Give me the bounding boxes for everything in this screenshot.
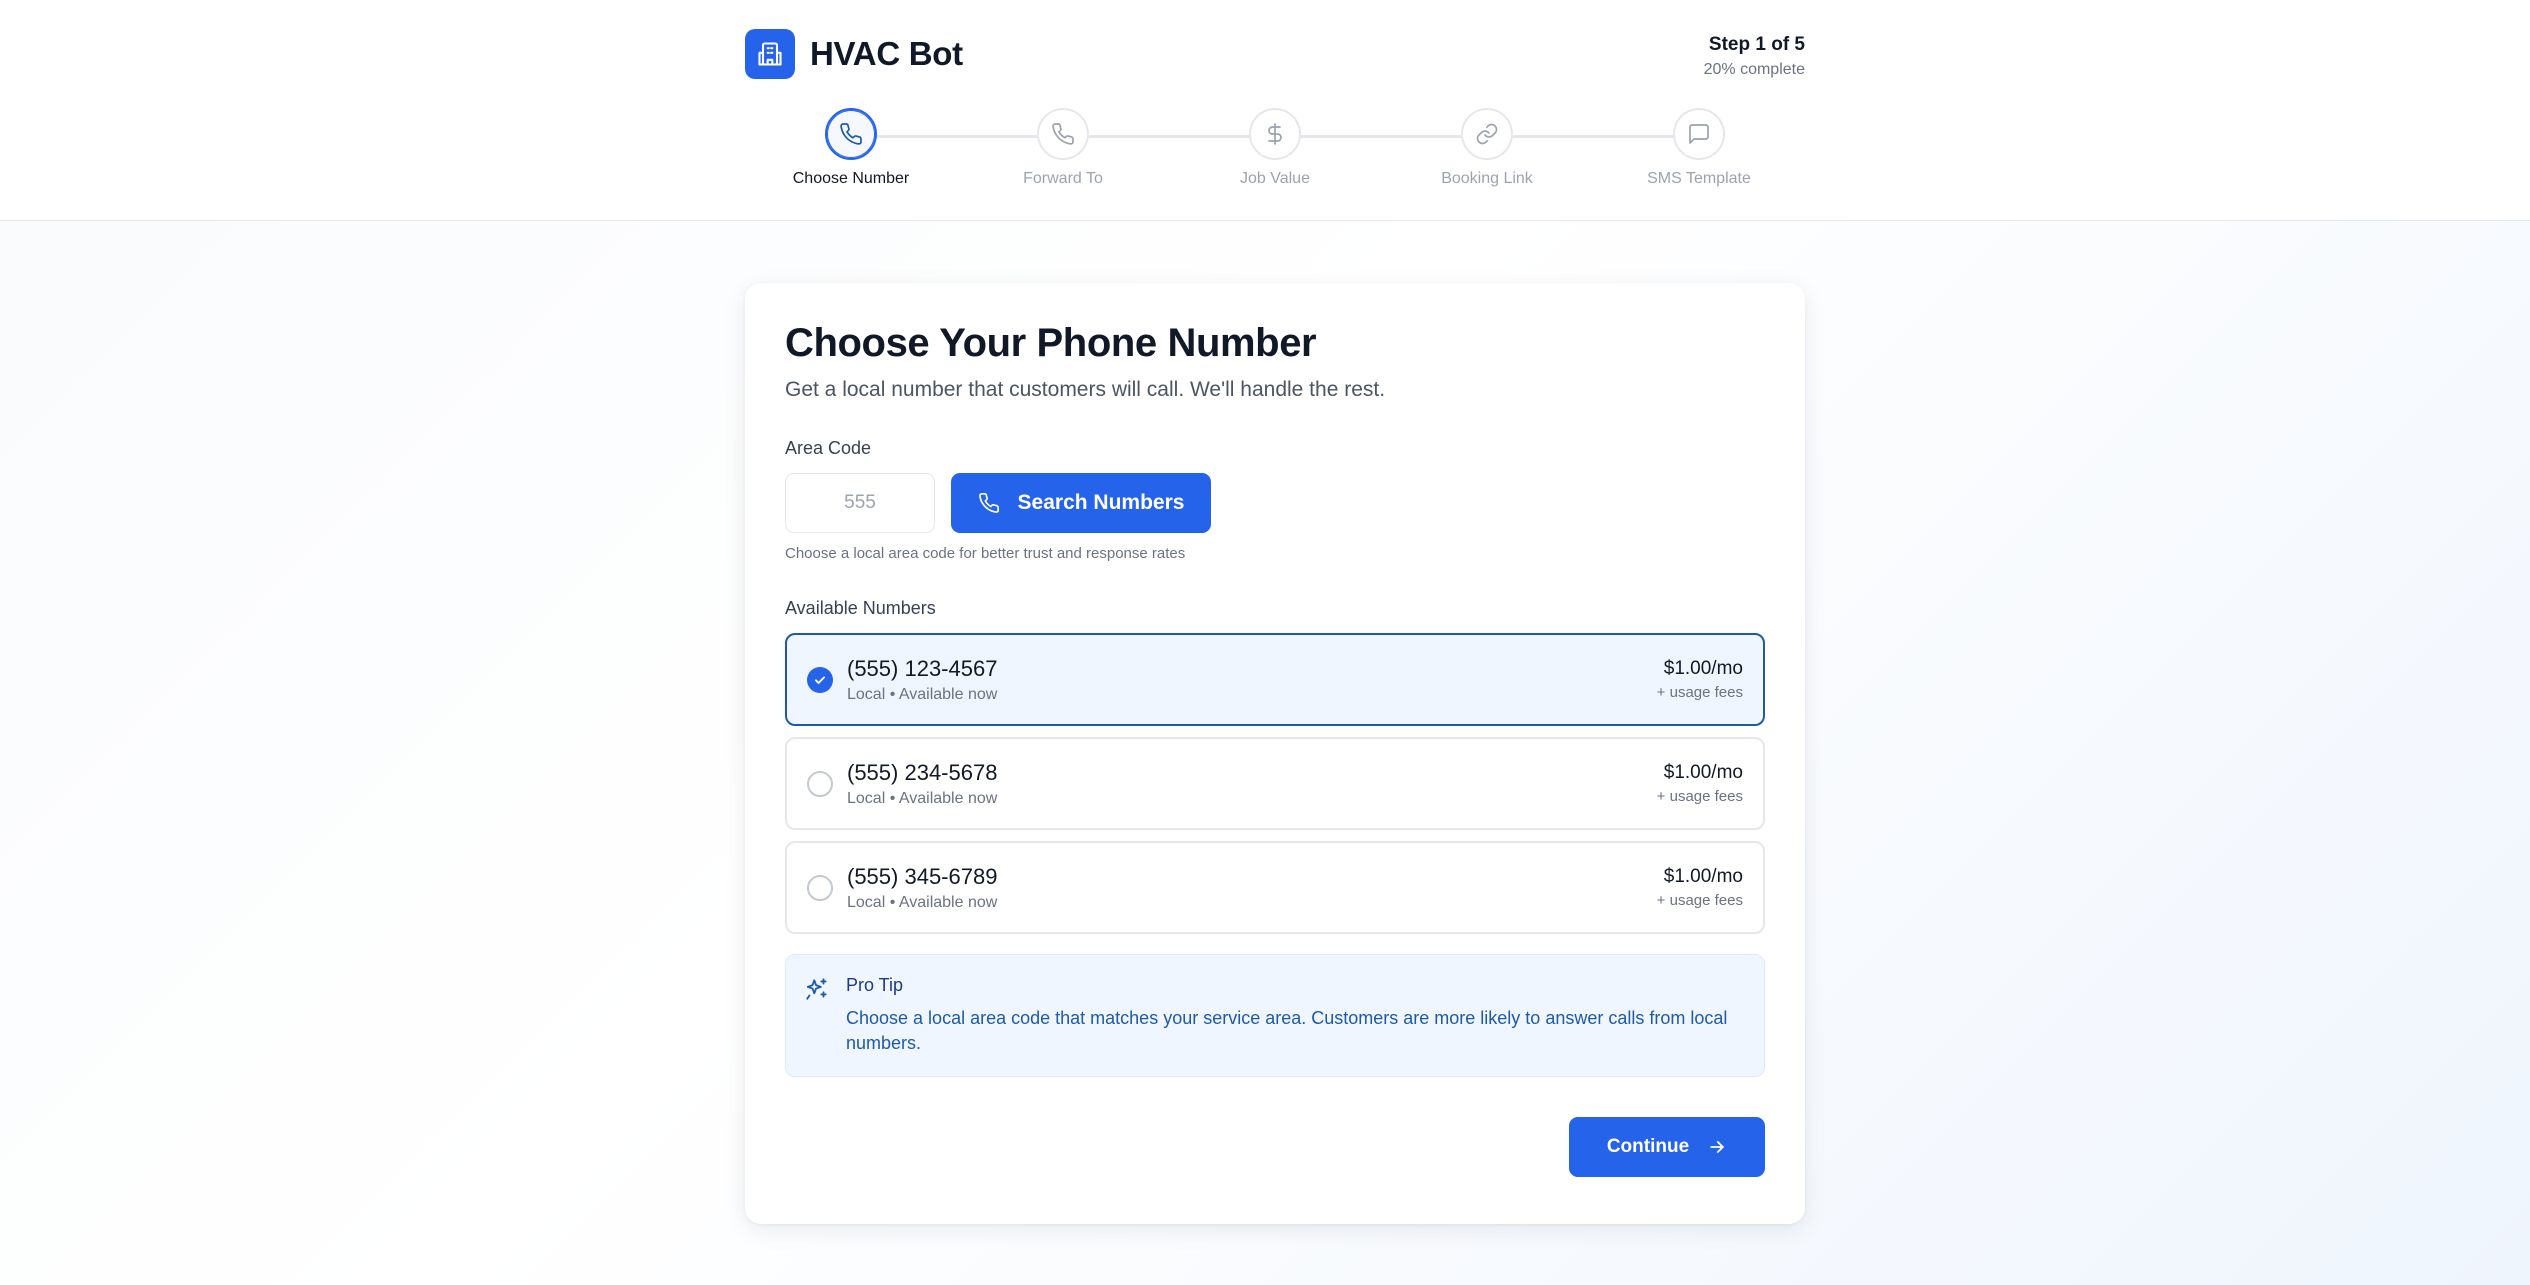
number-meta: Local • Available now	[847, 789, 998, 807]
usage-fees: + usage fees	[1656, 892, 1743, 909]
phone-number: (555) 234-5678	[847, 759, 998, 785]
step-label: SMS Template	[1647, 170, 1751, 187]
link-icon	[1461, 108, 1513, 160]
step-label: Job Value	[1240, 170, 1310, 187]
number-price: $1.00/mo + usage fees	[1657, 658, 1743, 701]
step-booking-link[interactable]: Booking Link	[1397, 108, 1577, 188]
step-sms-template[interactable]: SMS Template	[1609, 108, 1789, 188]
search-row: Search Numbers	[785, 473, 1765, 533]
number-meta: Local • Available now	[847, 685, 998, 703]
phone-icon	[978, 492, 1000, 514]
page-title: Choose Your Phone Number	[785, 321, 1317, 365]
number-info: (555) 234-5678 Local • Available now	[847, 760, 1657, 808]
radio-unchecked-icon[interactable]	[807, 874, 833, 901]
number-meta: Local • Available now	[847, 893, 998, 911]
footer-actions: Continue	[785, 1117, 1765, 1178]
radio-checked-icon[interactable]	[807, 666, 833, 693]
step-label: Choose Number	[792, 170, 910, 187]
number-price: $1.00/mo + usage fees	[1657, 762, 1743, 805]
wizard-stepper: Choose Number Forward To Job Value Booki…	[745, 108, 1805, 198]
number-info: (555) 123-4567 Local • Available now	[847, 656, 1657, 704]
number-list: (555) 123-4567 Local • Available now $1.…	[785, 633, 1765, 934]
sparkles-icon	[804, 975, 834, 1056]
continue-button[interactable]: Continue	[1569, 1117, 1765, 1178]
search-numbers-label: Search Numbers	[1017, 491, 1185, 514]
area-code-input[interactable]	[785, 473, 935, 533]
building-icon	[745, 29, 795, 79]
progress-info: Step 1 of 5 20% complete	[1704, 34, 1805, 79]
step-job-value[interactable]: Job Value	[1185, 108, 1365, 188]
monthly-price: $1.00/mo	[1663, 866, 1743, 887]
monthly-price: $1.00/mo	[1663, 658, 1743, 679]
tip-body: Pro Tip Choose a local area code that ma…	[846, 975, 1746, 1056]
arrow-right-icon	[1707, 1137, 1727, 1157]
area-code-label: Area Code	[785, 438, 872, 458]
area-code-help: Choose a local area code for better trus…	[785, 545, 1186, 562]
tip-text: Choose a local area code that matches yo…	[846, 1008, 1728, 1054]
continue-label: Continue	[1606, 1136, 1690, 1158]
number-option[interactable]: (555) 234-5678 Local • Available now $1.…	[785, 737, 1765, 830]
phone-number: (555) 123-4567	[847, 655, 998, 681]
step-choose-number[interactable]: Choose Number	[761, 108, 941, 188]
available-numbers-label: Available Numbers	[785, 598, 936, 618]
step-label: Forward To	[1023, 170, 1103, 187]
phone-icon	[825, 108, 877, 160]
step-counter: Step 1 of 5	[1708, 34, 1805, 55]
radio-unchecked-icon[interactable]	[807, 770, 833, 797]
phone-icon	[1037, 108, 1089, 160]
number-price: $1.00/mo + usage fees	[1657, 866, 1743, 909]
app-name: HVAC Bot	[810, 35, 963, 72]
step-label: Booking Link	[1441, 170, 1533, 187]
dollar-icon	[1249, 108, 1301, 160]
message-icon	[1673, 108, 1725, 160]
brand: HVAC Bot	[745, 29, 963, 79]
top-header: HVAC Bot Step 1 of 5 20% complete Choose…	[0, 0, 2530, 221]
phone-number: (555) 345-6789	[847, 863, 998, 889]
tip-title: Pro Tip	[846, 975, 904, 995]
step-forward-to[interactable]: Forward To	[973, 108, 1153, 188]
progress-percent: 20% complete	[1703, 61, 1805, 78]
usage-fees: + usage fees	[1656, 788, 1743, 805]
usage-fees: + usage fees	[1656, 684, 1743, 701]
search-numbers-button[interactable]: Search Numbers	[951, 473, 1211, 533]
choose-number-card: Choose Your Phone Number Get a local num…	[745, 283, 1805, 1224]
number-info: (555) 345-6789 Local • Available now	[847, 864, 1657, 912]
number-option[interactable]: (555) 123-4567 Local • Available now $1.…	[785, 633, 1765, 726]
monthly-price: $1.00/mo	[1663, 762, 1743, 783]
pro-tip-box: Pro Tip Choose a local area code that ma…	[785, 954, 1765, 1078]
page-subtitle: Get a local number that customers will c…	[785, 378, 1386, 401]
number-option[interactable]: (555) 345-6789 Local • Available now $1.…	[785, 841, 1765, 934]
